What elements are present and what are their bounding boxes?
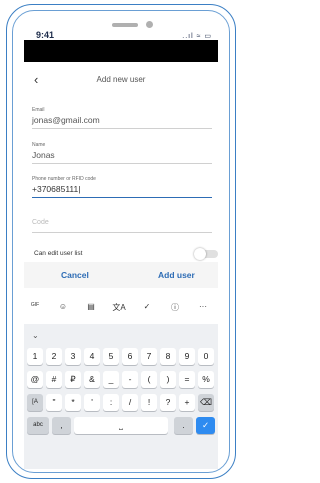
key-0[interactable]: 0 <box>198 348 214 365</box>
name-field[interactable]: Name Jonas <box>32 142 212 164</box>
symbols-page-key[interactable]: [A <box>27 394 43 411</box>
can-edit-label: Can edit user list <box>34 250 83 257</box>
name-underline <box>32 163 212 164</box>
key-symbol[interactable]: : <box>103 394 119 411</box>
name-label: Name <box>32 142 46 148</box>
key-6[interactable]: 6 <box>122 348 138 365</box>
key-symbol[interactable]: @ <box>27 371 43 388</box>
screen: 9:41 ..ıl ≈ ▭ ‹ Add new user Email jonas… <box>24 29 218 469</box>
key-7[interactable]: 7 <box>141 348 157 365</box>
key-symbol[interactable]: _ <box>103 371 119 388</box>
key-symbol[interactable]: ₽ <box>65 371 81 388</box>
page-title: Add new user <box>96 75 146 84</box>
more-icon[interactable]: ··· <box>196 302 210 311</box>
key-symbol[interactable]: ' <box>84 394 100 411</box>
key-symbol[interactable]: ) <box>160 371 176 388</box>
code-placeholder: Code <box>32 219 49 226</box>
space-key[interactable]: ⎵ <box>74 417 168 434</box>
key-4[interactable]: 4 <box>84 348 100 365</box>
phone-label: Phone number or RFID code <box>32 176 96 182</box>
key-1[interactable]: 1 <box>27 348 43 365</box>
key-symbol[interactable]: = <box>179 371 195 388</box>
keyboard-toolbar: GIF ☺ ▤ 文A ✓ ⓘ ··· <box>24 288 218 324</box>
toggle-knob <box>194 248 206 260</box>
add-user-button[interactable]: Add user <box>158 270 195 280</box>
phone-field[interactable]: Phone number or RFID code +370685111| <box>32 176 212 198</box>
key-symbol[interactable]: ! <box>141 394 157 411</box>
key-symbol[interactable]: % <box>198 371 214 388</box>
key-symbol[interactable]: - <box>122 371 138 388</box>
key-symbol[interactable]: & <box>84 371 100 388</box>
can-edit-toggle[interactable] <box>194 248 218 260</box>
abc-key[interactable]: abc <box>27 417 49 434</box>
comma-key[interactable]: , <box>52 417 71 434</box>
key-symbol[interactable]: ( <box>141 371 157 388</box>
key-symbol[interactable]: / <box>122 394 138 411</box>
email-label: Email <box>32 107 45 113</box>
email-underline <box>32 128 212 129</box>
key-5[interactable]: 5 <box>103 348 119 365</box>
cancel-button[interactable]: Cancel <box>61 270 89 280</box>
gif-icon[interactable]: GIF <box>28 302 42 308</box>
action-bar: Cancel Add user <box>24 262 218 288</box>
speaker-grille <box>112 23 138 27</box>
front-camera <box>146 21 153 28</box>
key-9[interactable]: 9 <box>179 348 195 365</box>
keyboard: GIF ☺ ▤ 文A ✓ ⓘ ··· ⌄ 1 2 3 4 5 6 7 8 9 0 @ # ₽ & _ -() =% [A " * '… <box>24 288 218 469</box>
key-symbol[interactable]: # <box>46 371 62 388</box>
period-key[interactable]: . <box>174 417 193 434</box>
key-symbol[interactable]: + <box>179 394 195 411</box>
hide-keyboard-icon[interactable]: ⌄ <box>32 331 39 340</box>
status-time: 9:41 <box>36 30 55 40</box>
code-underline <box>32 232 212 233</box>
page-header: ‹ Add new user <box>24 62 218 98</box>
app-top-bar <box>24 40 218 62</box>
email-value: jonas@gmail.com <box>32 115 100 125</box>
name-value: Jonas <box>32 150 55 160</box>
phone-underline <box>32 197 212 198</box>
key-symbol[interactable]: " <box>46 394 62 411</box>
clipboard-icon[interactable]: ▤ <box>84 302 98 311</box>
signal-battery-icons: ..ıl ≈ ▭ <box>182 33 212 40</box>
done-key[interactable]: ✓ <box>196 417 215 434</box>
info-icon[interactable]: ⓘ <box>168 302 182 313</box>
translate-icon[interactable]: 文A <box>112 302 126 313</box>
backspace-key[interactable]: ⌫ <box>198 394 214 411</box>
spellcheck-icon[interactable]: ✓ <box>140 302 154 311</box>
key-symbol[interactable]: ? <box>160 394 176 411</box>
email-field[interactable]: Email jonas@gmail.com <box>32 107 212 129</box>
phone-value: +370685111| <box>32 184 81 194</box>
key-8[interactable]: 8 <box>160 348 176 365</box>
code-field[interactable]: Code <box>32 219 212 233</box>
sticker-icon[interactable]: ☺ <box>56 302 70 311</box>
key-2[interactable]: 2 <box>46 348 62 365</box>
key-3[interactable]: 3 <box>65 348 81 365</box>
key-symbol[interactable]: * <box>65 394 81 411</box>
